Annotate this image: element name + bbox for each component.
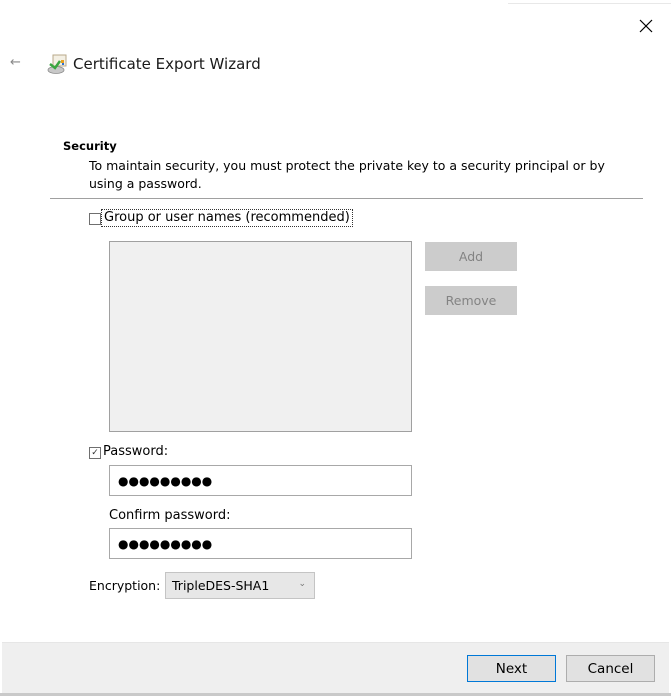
encryption-label: Encryption: bbox=[89, 578, 161, 593]
divider bbox=[50, 198, 643, 199]
window-title: Certificate Export Wizard bbox=[73, 55, 261, 73]
next-button[interactable]: Next bbox=[467, 655, 556, 682]
section-title: Security bbox=[63, 139, 117, 153]
top-edge-line bbox=[508, 3, 671, 4]
confirm-password-value: ●●●●●●●●● bbox=[118, 536, 213, 551]
close-button[interactable] bbox=[636, 16, 656, 36]
confirm-password-input[interactable]: ●●●●●●●●● bbox=[109, 528, 412, 559]
back-button[interactable]: ← bbox=[10, 55, 28, 71]
password-checkbox[interactable]: ✓ bbox=[89, 447, 101, 459]
password-input[interactable]: ●●●●●●●●● bbox=[109, 465, 412, 496]
encryption-select[interactable]: TripleDES-SHA1 ⌄ bbox=[165, 572, 315, 599]
group-names-label[interactable]: Group or user names (recommended) bbox=[101, 209, 353, 227]
group-user-list[interactable] bbox=[109, 241, 412, 432]
password-label: Password: bbox=[103, 444, 169, 459]
group-names-checkbox[interactable] bbox=[89, 213, 101, 225]
add-button[interactable]: Add bbox=[425, 242, 517, 271]
back-arrow-icon: ← bbox=[10, 55, 21, 70]
section-description: To maintain security, you must protect t… bbox=[89, 158, 605, 191]
cancel-button[interactable]: Cancel bbox=[566, 655, 655, 682]
password-value: ●●●●●●●●● bbox=[118, 473, 213, 488]
certificate-export-icon bbox=[46, 53, 68, 75]
chevron-down-icon: ⌄ bbox=[298, 579, 306, 589]
confirm-password-label: Confirm password: bbox=[109, 508, 231, 523]
encryption-value: TripleDES-SHA1 bbox=[172, 578, 270, 593]
checkmark-icon: ✓ bbox=[91, 448, 99, 458]
remove-button[interactable]: Remove bbox=[425, 286, 517, 315]
close-icon bbox=[639, 19, 653, 33]
